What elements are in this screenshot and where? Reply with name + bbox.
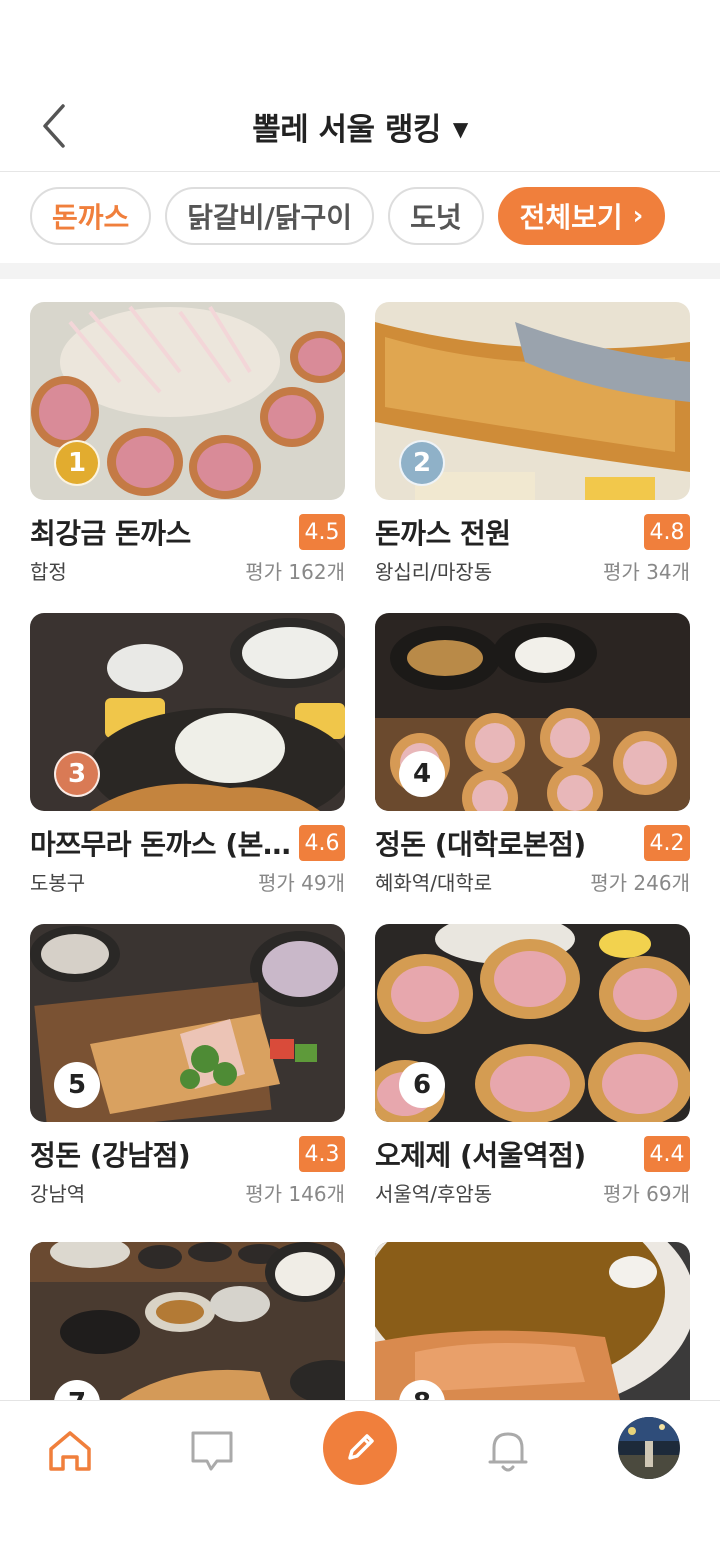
chip-view-all-label: 전체보기 — [519, 201, 623, 234]
rank-badge: 2 — [399, 440, 445, 486]
chip-dakgalbi[interactable]: 닭갈비/닭구이 — [165, 187, 375, 245]
restaurant-name: 정돈 (대학로본점) — [375, 828, 586, 861]
pencil-icon — [348, 1434, 374, 1460]
restaurant-name: 돈까스 전원 — [375, 517, 511, 550]
restaurant-area: 도봉구 — [30, 871, 86, 895]
rating-badge: 4.2 — [644, 825, 690, 861]
avatar[interactable] — [618, 1417, 680, 1479]
write-review-button[interactable] — [323, 1411, 397, 1485]
restaurant-name: 오제제 (서울역점) — [375, 1139, 586, 1172]
restaurant-area: 서울역/후암동 — [375, 1182, 493, 1206]
rating-badge: 4.8 — [644, 514, 690, 550]
rank-badge: 6 — [399, 1062, 445, 1108]
restaurant-area: 왕십리/마장동 — [375, 560, 493, 584]
tab-home[interactable] — [40, 1421, 100, 1481]
tab-notifications[interactable] — [478, 1421, 538, 1481]
review-count: 평가 34개 — [602, 560, 690, 584]
rating-badge: 4.5 — [299, 514, 345, 550]
rating-badge: 4.4 — [644, 1136, 690, 1172]
rank-badge: 1 — [54, 440, 100, 486]
restaurant-name: 정돈 (강남점) — [30, 1139, 191, 1172]
restaurant-area: 혜화역/대학로 — [375, 871, 493, 895]
tab-feed[interactable] — [182, 1421, 242, 1481]
review-count: 평가 162개 — [245, 560, 345, 584]
restaurant-name: 최강금 돈까스 — [30, 517, 191, 550]
top-nav-bar: 뽈레 서울 랭킹 ▼ — [0, 80, 720, 172]
caret-down-icon: ▼ — [452, 117, 468, 141]
review-count: 평가 69개 — [602, 1182, 690, 1206]
section-divider — [0, 263, 720, 279]
chat-icon — [191, 1431, 233, 1471]
rating-badge: 4.6 — [299, 825, 345, 861]
chip-view-all[interactable]: 전체보기 › — [497, 187, 666, 245]
category-chips: 돈까스 닭갈비/닭구이 도넛 전체보기 › — [30, 187, 666, 247]
rank-badge: 5 — [54, 1062, 100, 1108]
restaurant-area: 합정 — [30, 560, 67, 584]
rank-badge: 4 — [399, 751, 445, 797]
restaurant-name: 마쯔무라 돈까스 (본점) — [30, 828, 292, 861]
chip-donkatsu[interactable]: 돈까스 — [30, 187, 152, 245]
bell-icon — [488, 1432, 528, 1472]
restaurant-area: 강남역 — [30, 1182, 86, 1206]
restaurant-photo — [30, 1242, 345, 1400]
rank-badge: 3 — [54, 751, 100, 797]
rating-badge: 4.3 — [299, 1136, 345, 1172]
page-title: 뽈레 서울 랭킹 — [252, 112, 441, 148]
review-count: 평가 49개 — [257, 871, 345, 895]
review-count: 평가 246개 — [590, 871, 690, 895]
bottom-tab-bar — [0, 1400, 720, 1559]
restaurant-photo — [375, 1242, 690, 1400]
ranking-title-dropdown[interactable]: 뽈레 서울 랭킹 ▼ — [0, 104, 720, 149]
chevron-right-icon: › — [632, 201, 644, 231]
home-icon — [49, 1431, 91, 1471]
review-count: 평가 146개 — [245, 1182, 345, 1206]
chip-donut[interactable]: 도넛 — [388, 187, 484, 245]
